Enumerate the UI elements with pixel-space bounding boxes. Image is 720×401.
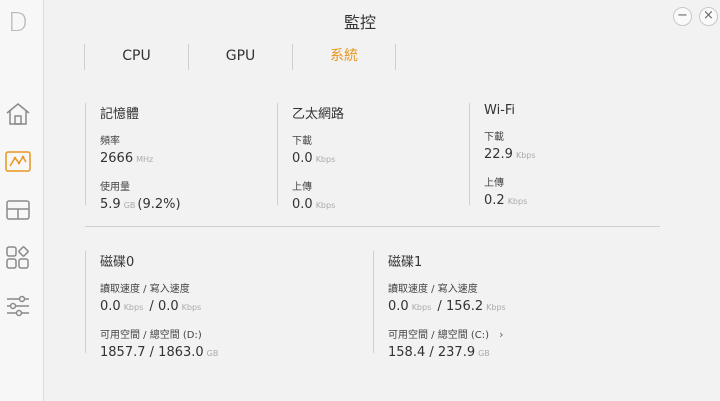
disk1-space-value: 158.4 / 237.9 GB [388, 345, 490, 360]
monitor-chart-icon[interactable] [4, 148, 32, 176]
memory-title: 記憶體 [100, 107, 140, 122]
ethernet-title: 乙太網路 [292, 107, 345, 122]
wifi-up-value: 0.2 Kbps [484, 193, 528, 208]
close-button[interactable]: × [699, 7, 718, 26]
disk1-panel: 磁碟1 讀取速度 / 寫入速度 0.0 Kbps / 156.2 Kbps 可用空間… [373, 251, 653, 360]
memory-freq-value: 2666 MHz [100, 151, 154, 166]
ethernet-panel: 乙太網路 下載 0.0 Kbps 上傳 0.0 Kbps [277, 103, 467, 212]
tab-gpu[interactable]: GPU [188, 44, 292, 70]
memory-usage-label: 使用量 [100, 182, 130, 193]
minimize-button[interactable]: − [673, 7, 692, 26]
sliders-icon[interactable] [4, 292, 32, 320]
chevron-right-icon[interactable]: › [499, 328, 503, 341]
disk0-title: 磁碟0 [100, 255, 135, 270]
disk1-rw-value: 0.0 Kbps / 156.2 Kbps [388, 299, 506, 314]
wifi-up-label: 上傳 [484, 178, 504, 189]
disk1-title: 磁碟1 [388, 255, 423, 270]
memory-freq-label: 頻率 [100, 136, 120, 147]
disk0-space-label: 可用空間 / 總空間 (D:) [100, 330, 202, 341]
layout-icon[interactable] [4, 196, 32, 224]
tab-bar: CPU GPU 系統 [84, 44, 396, 70]
disk0-space-value: 1857.7 / 1863.0 GB [100, 345, 219, 360]
memory-usage-value: 5.9 GB (9.2%) [100, 197, 181, 212]
memory-panel: 記憶體 頻率 2666 MHz 使用量 5.9 GB (9.2%) [85, 103, 275, 212]
disk0-panel: 磁碟0 讀取速度 / 寫入速度 0.0 Kbps / 0.0 Kbps 可用空間 /… [85, 251, 365, 360]
wifi-down-value: 22.9 Kbps [484, 147, 536, 162]
home-icon[interactable] [4, 100, 32, 128]
disk1-rw-label: 讀取速度 / 寫入速度 [388, 284, 478, 295]
ethernet-down-label: 下載 [292, 136, 312, 147]
section-divider [85, 226, 660, 227]
disk0-rw-value: 0.0 Kbps / 0.0 Kbps [100, 299, 202, 314]
apps-icon[interactable] [4, 244, 32, 272]
tab-system[interactable]: 系統 [292, 44, 396, 70]
disk1-space-label: 可用空間 / 總空間 (C:) › [388, 328, 504, 341]
ethernet-up-value: 0.0 Kbps [292, 197, 336, 212]
disk0-rw-label: 讀取速度 / 寫入速度 [100, 284, 190, 295]
page-title: 監控 [343, 13, 376, 32]
tab-cpu[interactable]: CPU [84, 44, 188, 70]
ethernet-up-label: 上傳 [292, 182, 312, 193]
ethernet-down-value: 0.0 Kbps [292, 151, 336, 166]
wifi-down-label: 下載 [484, 132, 504, 143]
wifi-panel: Wi-Fi 下載 22.9 Kbps 上傳 0.2 Kbps [469, 103, 659, 208]
wifi-title: Wi-Fi [484, 103, 516, 118]
sidebar: D [0, 0, 44, 401]
